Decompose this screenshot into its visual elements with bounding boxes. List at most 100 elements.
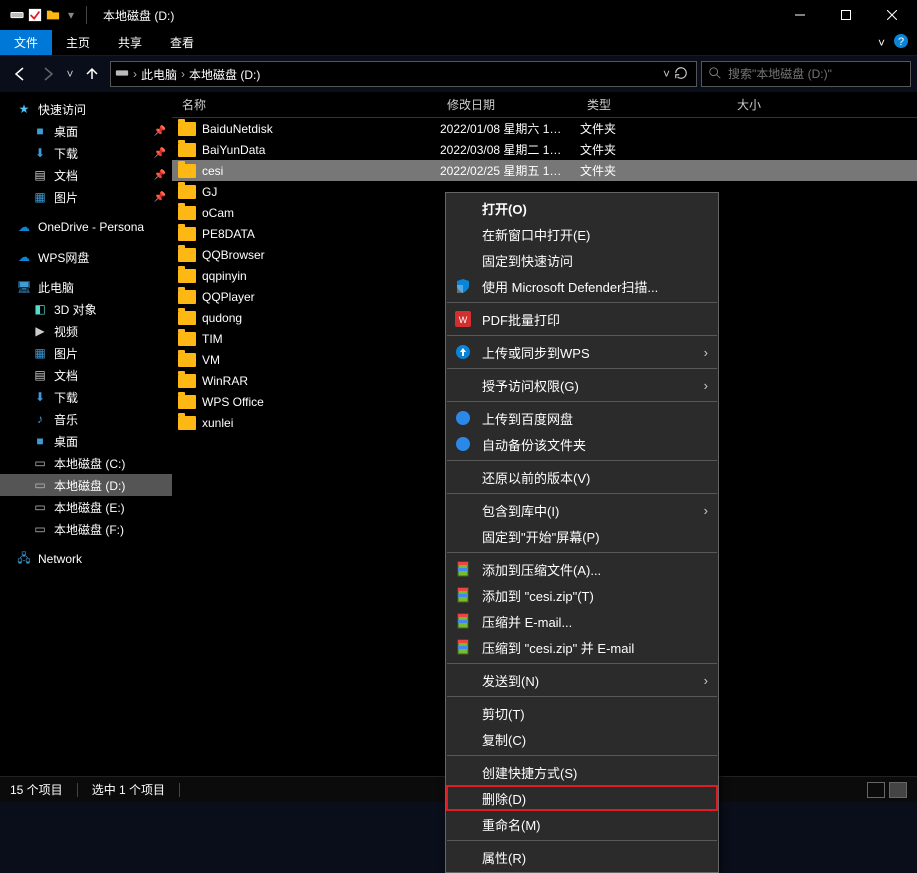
sidebar-item-downloads[interactable]: ⬇下载 — [0, 386, 172, 408]
file-name: TIM — [202, 332, 440, 346]
column-size[interactable]: 大小 — [727, 96, 917, 113]
cm-defender-scan[interactable]: 使用 Microsoft Defender扫描... — [446, 273, 718, 299]
sidebar-item-drive-f[interactable]: ▭本地磁盘 (F:) — [0, 518, 172, 540]
folder-icon — [178, 122, 196, 136]
chevron-right-icon[interactable]: › — [181, 67, 185, 81]
pin-icon: 📌 — [154, 148, 166, 159]
cm-rename[interactable]: 重命名(M) — [446, 811, 718, 837]
address-bar[interactable]: › 此电脑 › 本地磁盘 (D:) ˅ — [110, 61, 697, 87]
cm-wps-sync[interactable]: 上传或同步到WPS› — [446, 339, 718, 365]
sidebar-item-videos[interactable]: ▶视频 — [0, 320, 172, 342]
qat-dropdown-icon[interactable]: ▾ — [64, 8, 78, 22]
column-type[interactable]: 类型 — [577, 96, 727, 113]
column-name[interactable]: 名称 — [172, 96, 437, 113]
file-type: 文件夹 — [580, 141, 730, 158]
upload-cloud-icon — [454, 343, 472, 361]
cm-open[interactable]: 打开(O) — [446, 195, 718, 221]
sidebar-item-drive-c[interactable]: ▭本地磁盘 (C:) — [0, 452, 172, 474]
sidebar-item-3d[interactable]: ◧3D 对象 — [0, 298, 172, 320]
view-thumbnails-icon[interactable] — [889, 782, 907, 798]
address-dropdown-icon[interactable]: ˅ — [663, 67, 670, 81]
cm-compress-zip-email[interactable]: 压缩到 "cesi.zip" 并 E-mail — [446, 634, 718, 660]
up-button[interactable] — [78, 60, 106, 88]
pin-icon: 📌 — [154, 126, 166, 137]
cm-add-archive[interactable]: 添加到压缩文件(A)... — [446, 556, 718, 582]
download-icon: ⬇ — [32, 145, 48, 161]
cm-compress-email[interactable]: 压缩并 E-mail... — [446, 608, 718, 634]
cm-pdf-print[interactable]: WPDF批量打印 — [446, 306, 718, 332]
cm-copy[interactable]: 复制(C) — [446, 726, 718, 752]
view-details-icon[interactable] — [867, 782, 885, 798]
breadcrumb-segment[interactable]: 此电脑 — [141, 66, 177, 83]
file-name: qudong — [202, 311, 440, 325]
checkbox-icon[interactable] — [28, 8, 42, 22]
sidebar-onedrive[interactable]: ☁OneDrive - Persona — [0, 216, 172, 238]
ribbon-tabs: 文件 主页 共享 查看 ˅ ? — [0, 30, 917, 56]
shield-icon — [454, 277, 472, 295]
sidebar-item-documents[interactable]: ▤文档 — [0, 364, 172, 386]
pin-icon: 📌 — [154, 192, 166, 203]
table-row[interactable]: cesi2022/02/25 星期五 1…文件夹 — [172, 160, 917, 181]
sidebar-network[interactable]: 🖧Network — [0, 548, 172, 570]
ribbon-collapse-icon[interactable]: ˅ — [878, 36, 885, 50]
sidebar-item-drive-d[interactable]: ▭本地磁盘 (D:) — [0, 474, 172, 496]
folder-icon — [178, 332, 196, 346]
cm-cut[interactable]: 剪切(T) — [446, 700, 718, 726]
sidebar-item-desktop[interactable]: ■桌面📌 — [0, 120, 172, 142]
sidebar-this-pc[interactable]: 🖥此电脑 — [0, 276, 172, 298]
item-count: 15 个项目 — [10, 781, 63, 798]
sidebar-item-music[interactable]: ♪音乐 — [0, 408, 172, 430]
3d-icon: ◧ — [32, 301, 48, 317]
file-date: 2022/02/25 星期五 1… — [440, 162, 580, 179]
tab-home[interactable]: 主页 — [52, 30, 104, 55]
chevron-right-icon: › — [704, 378, 708, 393]
close-button[interactable] — [869, 0, 915, 30]
cm-pin-start[interactable]: 固定到"开始"屏幕(P) — [446, 523, 718, 549]
sidebar-quick-access[interactable]: ★ 快速访问 — [0, 98, 172, 120]
drive-icon: ▭ — [32, 477, 48, 493]
cm-baidu-upload[interactable]: 上传到百度网盘 — [446, 405, 718, 431]
cm-pin-quick-access[interactable]: 固定到快速访问 — [446, 247, 718, 273]
search-input[interactable] — [728, 67, 904, 81]
cm-grant-access[interactable]: 授予访问权限(G)› — [446, 372, 718, 398]
sidebar-item-downloads[interactable]: ⬇下载📌 — [0, 142, 172, 164]
cm-add-zip[interactable]: 添加到 "cesi.zip"(T) — [446, 582, 718, 608]
sidebar-item-documents[interactable]: ▤文档📌 — [0, 164, 172, 186]
back-button[interactable] — [6, 60, 34, 88]
cm-previous-versions[interactable]: 还原以前的版本(V) — [446, 464, 718, 490]
separator — [447, 696, 717, 697]
file-tab[interactable]: 文件 — [0, 30, 52, 55]
column-date[interactable]: 修改日期 — [437, 96, 577, 113]
table-row[interactable]: BaiYunData2022/03/08 星期二 1…文件夹 — [172, 139, 917, 160]
cloud-icon: ☁ — [16, 219, 32, 235]
cm-delete[interactable]: 删除(D) — [446, 785, 718, 811]
cm-include-library[interactable]: 包含到库中(I)› — [446, 497, 718, 523]
sidebar-wps[interactable]: ☁WPS网盘 — [0, 246, 172, 268]
sidebar-item-desktop[interactable]: ■桌面 — [0, 430, 172, 452]
maximize-button[interactable] — [823, 0, 869, 30]
recent-dropdown-icon[interactable]: ˅ — [62, 60, 78, 88]
cm-auto-backup[interactable]: 自动备份该文件夹 — [446, 431, 718, 457]
cm-create-shortcut[interactable]: 创建快捷方式(S) — [446, 759, 718, 785]
sidebar-item-pictures[interactable]: ▦图片📌 — [0, 186, 172, 208]
sidebar-item-pictures[interactable]: ▦图片 — [0, 342, 172, 364]
cm-open-new-window[interactable]: 在新窗口中打开(E) — [446, 221, 718, 247]
file-name: QQPlayer — [202, 290, 440, 304]
tab-view[interactable]: 查看 — [156, 30, 208, 55]
table-row[interactable]: BaiduNetdisk2022/01/08 星期六 1…文件夹 — [172, 118, 917, 139]
drive-icon: ▭ — [32, 499, 48, 515]
help-icon[interactable]: ? — [893, 33, 909, 52]
forward-button[interactable] — [34, 60, 62, 88]
chevron-right-icon[interactable]: › — [133, 67, 137, 81]
cm-properties[interactable]: 属性(R) — [446, 844, 718, 870]
file-name: GJ — [202, 185, 440, 199]
minimize-button[interactable] — [777, 0, 823, 30]
separator — [447, 302, 717, 303]
tab-share[interactable]: 共享 — [104, 30, 156, 55]
sidebar-item-drive-e[interactable]: ▭本地磁盘 (E:) — [0, 496, 172, 518]
breadcrumb-segment[interactable]: 本地磁盘 (D:) — [189, 66, 260, 83]
cm-send-to[interactable]: 发送到(N)› — [446, 667, 718, 693]
search-box[interactable] — [701, 61, 911, 87]
refresh-icon[interactable] — [674, 66, 688, 83]
folder-icon — [178, 416, 196, 430]
